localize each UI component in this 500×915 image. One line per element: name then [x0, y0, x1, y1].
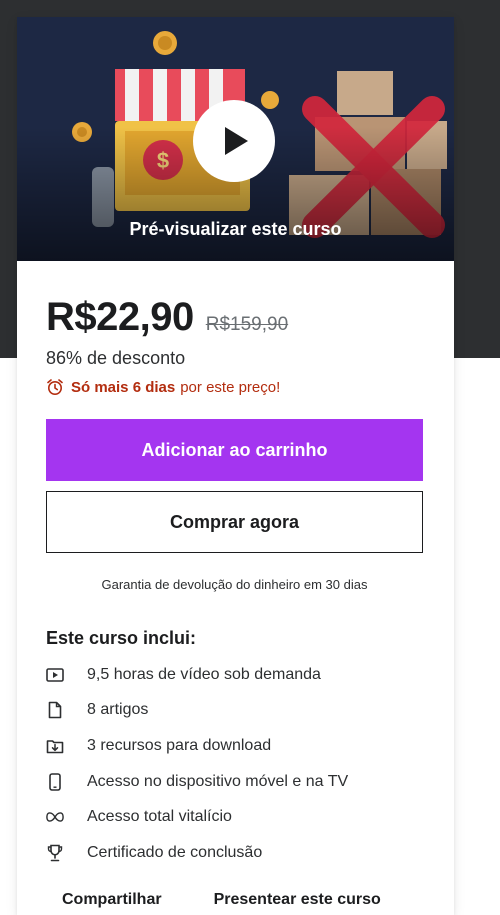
footer-links: Compartilhar Presentear este curso: [46, 891, 423, 909]
includes-item-text: 9,5 horas de vídeo sob demanda: [87, 665, 321, 683]
includes-item-lifetime: Acesso total vitalício: [46, 799, 423, 835]
download-icon: [46, 737, 64, 755]
includes-item-articles: 8 artigos: [46, 693, 423, 729]
trophy-icon: [46, 844, 64, 862]
alarm-clock-icon: [47, 379, 63, 395]
play-button[interactable]: [193, 100, 275, 182]
includes-item-text: Acesso total vitalício: [87, 808, 232, 826]
video-icon: [46, 666, 64, 684]
play-icon: [225, 127, 248, 155]
discount-percentage: 86% de desconto: [46, 348, 186, 368]
add-to-cart-button[interactable]: Adicionar ao carrinho: [46, 419, 423, 481]
file-icon: [46, 701, 64, 719]
includes-item-certificate: Certificado de conclusão: [46, 835, 423, 871]
urgency-message: Só mais 6 dias por este preço!: [46, 378, 423, 396]
includes-item-text: Acesso no dispositivo móvel e na TV: [87, 772, 349, 790]
money-back-guarantee: Garantia de devolução do dinheiro em 30 …: [101, 577, 368, 592]
gift-course-link[interactable]: Presentear este curso: [214, 891, 381, 909]
includes-item-mobile: Acesso no dispositivo móvel e na TV: [46, 764, 423, 800]
includes-item-downloads: 3 recursos para download: [46, 728, 423, 764]
includes-title: Este curso inclui:: [46, 628, 197, 648]
urgency-bold-text: Só mais 6 dias: [71, 378, 176, 396]
includes-item-text: Certificado de conclusão: [87, 843, 263, 861]
infinity-icon: [46, 808, 64, 826]
price-row: R$22,90 R$159,90: [46, 295, 423, 340]
includes-item-text: 3 recursos para download: [87, 736, 272, 754]
includes-list: 9,5 horas de vídeo sob demanda 8 artigos…: [46, 657, 423, 871]
original-price: R$159,90: [205, 314, 289, 335]
includes-item-text: 8 artigos: [87, 701, 149, 719]
mobile-icon: [46, 772, 64, 791]
course-preview[interactable]: $ Pré-visualizar este curso: [17, 17, 454, 261]
includes-item-video: 9,5 horas de vídeo sob demanda: [46, 657, 423, 693]
course-purchase-card: $ Pré-visualizar este curso R$22,90 R$15…: [17, 17, 454, 915]
preview-label[interactable]: Pré-visualizar este curso: [17, 219, 454, 240]
share-link[interactable]: Compartilhar: [62, 891, 162, 909]
urgency-rest-text: por este preço!: [180, 378, 281, 396]
buy-now-button[interactable]: Comprar agora: [46, 491, 423, 553]
current-price: R$22,90: [46, 295, 194, 339]
